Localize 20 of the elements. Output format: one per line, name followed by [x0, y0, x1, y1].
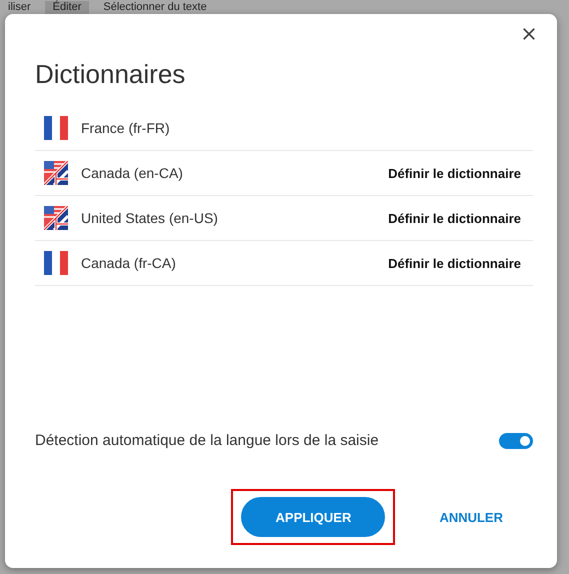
- background-tab[interactable]: iliser: [0, 1, 39, 14]
- toggle-switch[interactable]: [499, 432, 533, 448]
- background-tab[interactable]: Éditer: [44, 1, 90, 14]
- flag-icon: [44, 116, 68, 140]
- apply-button[interactable]: APPLIQUER: [241, 497, 386, 537]
- language-name: United States (en-US): [81, 210, 219, 226]
- close-icon[interactable]: [522, 27, 536, 41]
- auto-detect-label: Détection automatique de la langue lors de la saisie: [35, 432, 379, 449]
- set-dictionary-link[interactable]: Définir le dictionnaire: [388, 166, 521, 180]
- flag-icon: [44, 161, 68, 185]
- language-name: Canada (fr-CA): [81, 255, 177, 271]
- set-dictionary-link[interactable]: Définir le dictionnaire: [388, 210, 521, 226]
- cancel-button[interactable]: ANNULER: [425, 500, 517, 534]
- set-dictionary-link[interactable]: Définir le dictionnaire: [388, 256, 521, 270]
- language-name: Canada (en-CA): [81, 165, 184, 181]
- background-tab[interactable]: Sélectionner du texte: [95, 1, 215, 14]
- flag-icon: [44, 251, 68, 275]
- dialog-title: Dictionnaires: [35, 59, 186, 90]
- language-name: France (fr-FR): [81, 120, 171, 136]
- flag-icon: [44, 206, 68, 230]
